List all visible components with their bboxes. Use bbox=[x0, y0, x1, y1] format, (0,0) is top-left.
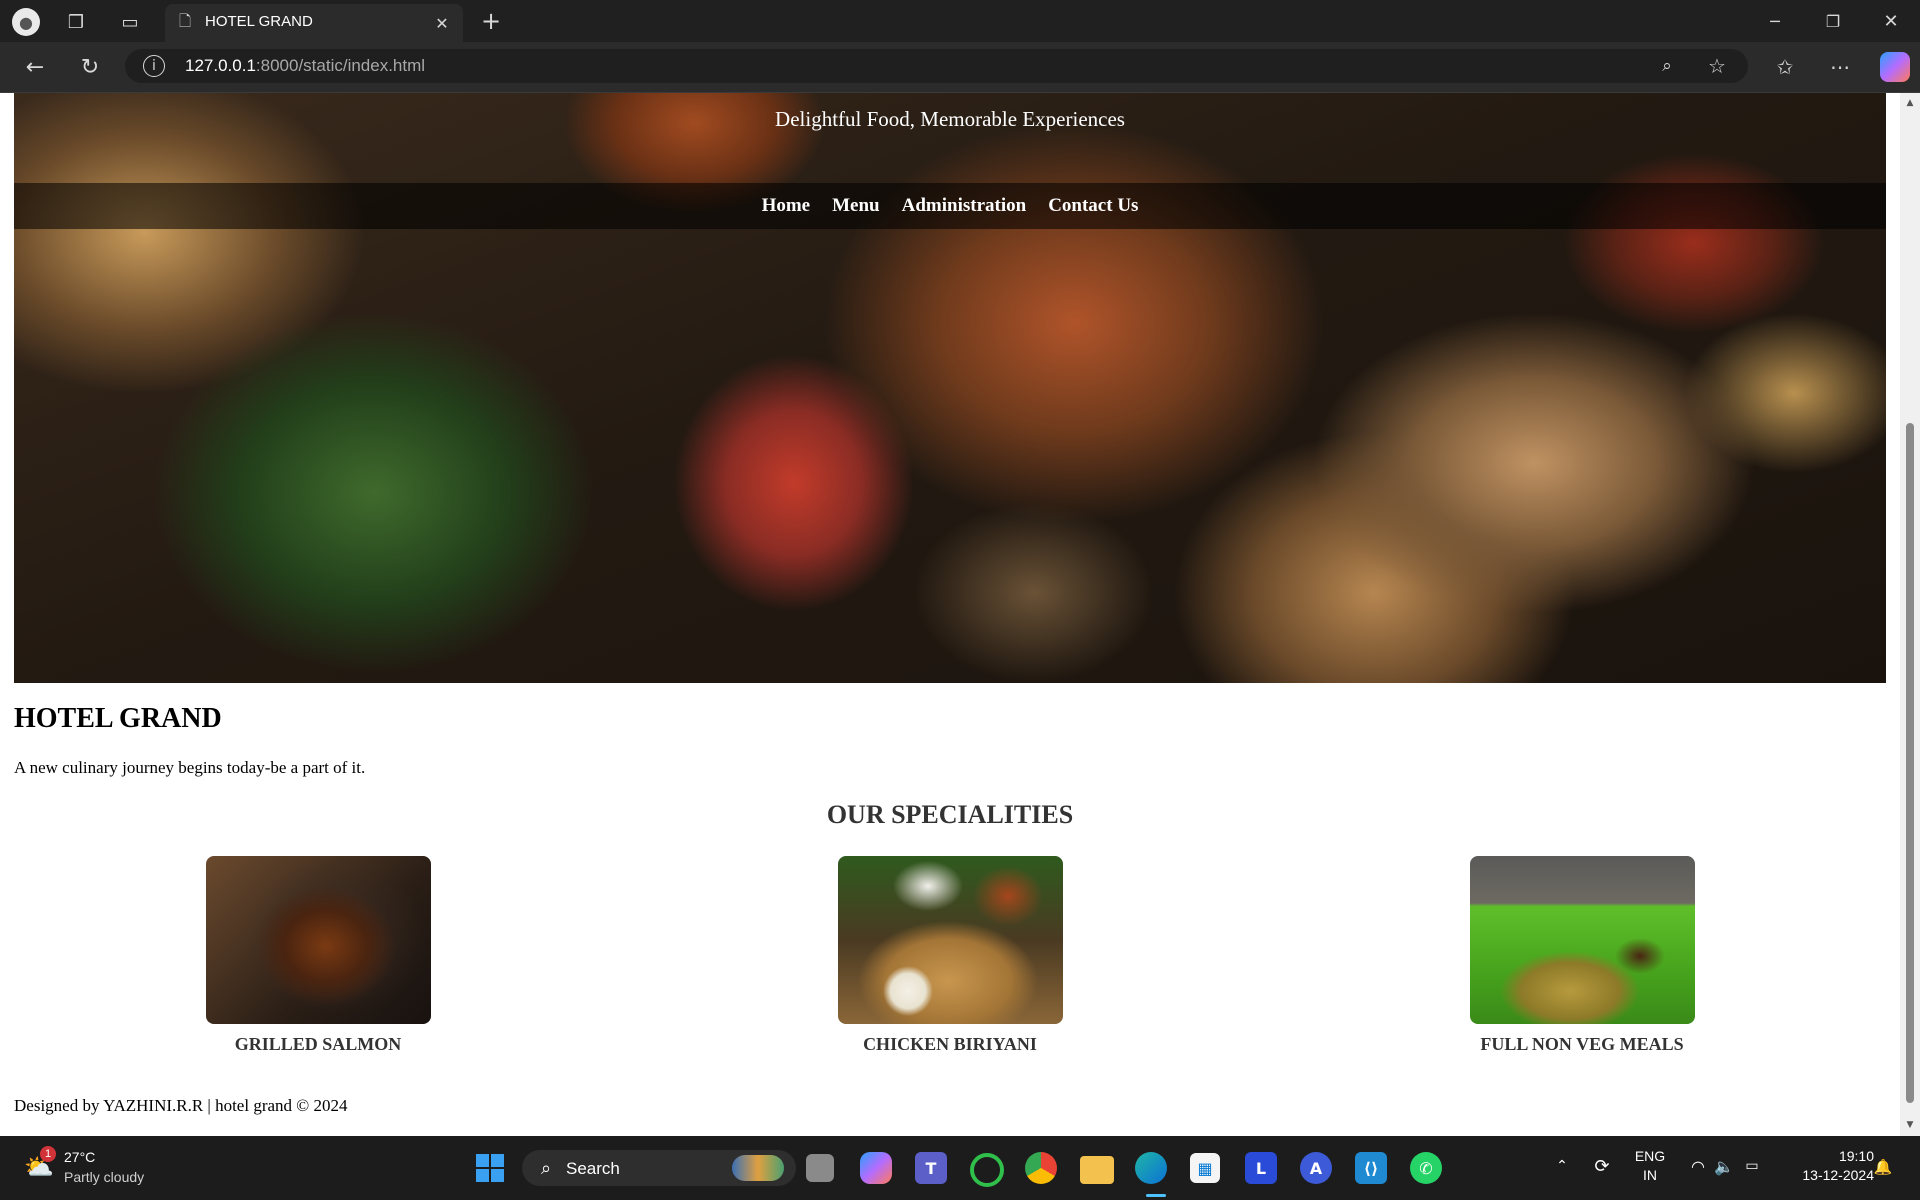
intro-text: A new culinary journey begins today-be a… bbox=[14, 758, 366, 777]
url-path: :8000/static/index.html bbox=[255, 56, 426, 75]
favorite-icon[interactable]: ☆ bbox=[1705, 54, 1729, 78]
main-nav: Home Menu Administration Contact Us bbox=[14, 183, 1886, 229]
close-tab-icon[interactable]: ✕ bbox=[432, 13, 452, 33]
speciality-name: GRILLED SALMON bbox=[234, 1034, 402, 1054]
full-non-veg-meals-image bbox=[1469, 856, 1695, 1024]
page-icon: 🗋 bbox=[178, 11, 192, 30]
scroll-down-icon[interactable]: ▼ bbox=[1904, 1119, 1916, 1131]
address-bar[interactable]: i 127.0.0.1:8000/static/index.html ⌕ ☆ bbox=[125, 49, 1748, 83]
notifications-bell-icon[interactable]: 🔔 bbox=[1872, 1156, 1894, 1178]
footer-text: Designed by YAZHINI.R.R | hotel grand © … bbox=[14, 1096, 348, 1115]
edge-active-indicator bbox=[1146, 1194, 1166, 1197]
back-icon[interactable]: ← bbox=[20, 52, 50, 82]
chicken-biriyani-image bbox=[837, 856, 1063, 1024]
sync-icon[interactable]: ⟳ bbox=[1590, 1154, 1614, 1178]
copilot-icon[interactable] bbox=[1880, 52, 1910, 82]
tab-title: HOTEL GRAND bbox=[205, 13, 313, 30]
scroll-up-icon[interactable]: ▲ bbox=[1904, 97, 1916, 109]
vscode-icon[interactable]: ⟨⟩ bbox=[1355, 1152, 1387, 1184]
workspaces-icon[interactable]: ❒ bbox=[62, 8, 90, 36]
language-indicator[interactable]: ENG IN bbox=[1630, 1148, 1670, 1188]
page-title: HOTEL GRAND bbox=[14, 703, 222, 734]
speciality-card: GRILLED SALMON bbox=[168, 856, 468, 1055]
show-hidden-icons-icon[interactable]: ⌃ bbox=[1552, 1156, 1572, 1176]
url-text[interactable]: 127.0.0.1:8000/static/index.html bbox=[185, 56, 425, 76]
refresh-icon[interactable]: ↻ bbox=[75, 52, 105, 82]
hero-banner-image: Delightful Food, Memorable Experiences H… bbox=[14, 93, 1886, 683]
wifi-icon[interactable]: ◠ bbox=[1686, 1154, 1710, 1178]
url-host: 127.0.0.1 bbox=[185, 56, 256, 75]
minimize-icon[interactable]: ─ bbox=[1760, 8, 1790, 34]
l-app-icon[interactable]: L bbox=[1245, 1152, 1277, 1184]
close-window-icon[interactable]: ✕ bbox=[1876, 8, 1906, 34]
favorites-icon[interactable]: ✩ bbox=[1770, 52, 1800, 82]
edge-icon[interactable] bbox=[1135, 1152, 1167, 1184]
windows-start-icon[interactable] bbox=[470, 1148, 510, 1188]
browser-toolbar: ← ↻ i 127.0.0.1:8000/static/index.html ⌕… bbox=[0, 42, 1920, 93]
info-icon[interactable]: i bbox=[143, 55, 165, 77]
lang-code: ENG bbox=[1634, 1148, 1666, 1164]
notification-badge: 1 bbox=[40, 1146, 56, 1162]
file-explorer-icon[interactable] bbox=[1080, 1156, 1114, 1184]
chrome-icon[interactable] bbox=[1025, 1152, 1057, 1184]
search-icon: ⌕ bbox=[540, 1157, 552, 1179]
clock[interactable]: 19:10 13-12-2024 bbox=[1780, 1148, 1874, 1183]
nav-home-link[interactable]: Home bbox=[762, 195, 811, 217]
page-scrollbar[interactable]: ▲ ▼ bbox=[1900, 93, 1920, 1136]
copilot-app-icon[interactable] bbox=[860, 1152, 892, 1184]
grilled-salmon-image bbox=[205, 856, 431, 1024]
search-label: Search bbox=[566, 1159, 620, 1178]
more-icon[interactable]: ⋯ bbox=[1825, 52, 1855, 82]
speciality-card: FULL NON VEG MEALS bbox=[1432, 856, 1732, 1055]
windows-taskbar: ⛅ 1 27°C Partly cloudy ⌕ Search T ▦ L A … bbox=[0, 1136, 1920, 1200]
speciality-name: CHICKEN BIRIYANI bbox=[863, 1034, 1037, 1054]
browser-tab[interactable]: 🗋 HOTEL GRAND ✕ bbox=[165, 4, 463, 42]
hero-tagline: Delightful Food, Memorable Experiences bbox=[775, 107, 1125, 131]
weather-desc: Partly cloudy bbox=[64, 1169, 145, 1185]
browser-tab-bar: ● ❒ ▭ 🗋 HOTEL GRAND ✕ + ─ ❐ ✕ bbox=[0, 0, 1920, 42]
zoom-icon[interactable]: ⌕ bbox=[1655, 54, 1679, 78]
a-app-icon[interactable]: A bbox=[1300, 1152, 1332, 1184]
nav-administration-link[interactable]: Administration bbox=[902, 195, 1027, 217]
lang-region: IN bbox=[1643, 1167, 1657, 1183]
restore-icon[interactable]: ❐ bbox=[1818, 8, 1848, 34]
weather-widget[interactable]: ⛅ 1 27°C Partly cloudy bbox=[20, 1146, 160, 1190]
green-app-icon[interactable] bbox=[970, 1153, 1004, 1187]
teams-icon[interactable]: T bbox=[915, 1152, 947, 1184]
store-icon[interactable]: ▦ bbox=[1190, 1153, 1220, 1183]
scrollbar-thumb[interactable] bbox=[1906, 423, 1914, 1103]
specialities-heading: OUR SPECIALITIES bbox=[826, 800, 1074, 829]
search-highlight-icon bbox=[732, 1155, 784, 1181]
new-tab-icon[interactable]: + bbox=[476, 6, 506, 36]
page-viewport: Delightful Food, Memorable Experiences H… bbox=[0, 93, 1900, 1136]
nav-menu-link[interactable]: Menu bbox=[832, 195, 880, 217]
clock-time: 19:10 bbox=[1838, 1148, 1874, 1164]
profile-icon[interactable]: ● bbox=[12, 8, 40, 36]
speciality-card: CHICKEN BIRIYANI bbox=[800, 856, 1100, 1055]
clock-date: 13-12-2024 bbox=[1802, 1167, 1874, 1183]
tab-actions-icon[interactable]: ▭ bbox=[116, 8, 144, 36]
volume-icon[interactable]: 🔈 bbox=[1712, 1154, 1736, 1178]
battery-icon[interactable]: ▭ bbox=[1740, 1154, 1764, 1178]
weather-temp: 27°C bbox=[64, 1149, 96, 1165]
task-view-icon[interactable] bbox=[806, 1154, 834, 1182]
nav-contact-link[interactable]: Contact Us bbox=[1048, 195, 1138, 217]
whatsapp-icon[interactable]: ✆ bbox=[1410, 1152, 1442, 1184]
taskbar-search-box[interactable]: ⌕ Search bbox=[522, 1150, 796, 1186]
speciality-name: FULL NON VEG MEALS bbox=[1480, 1034, 1684, 1054]
